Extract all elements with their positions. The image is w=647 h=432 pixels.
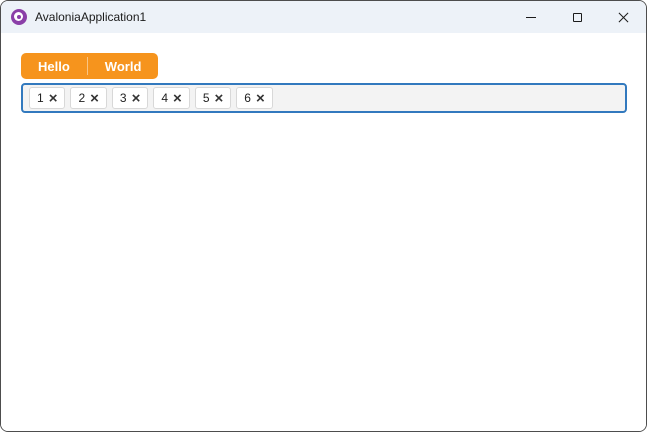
window-content: Hello World 1 × 2 × 3 × 4 × 5 × 6 × — [1, 33, 646, 431]
tag-chip[interactable]: 2 × — [70, 87, 107, 109]
tag-chip[interactable]: 5 × — [194, 87, 232, 109]
maximize-icon — [572, 12, 582, 22]
maximize-button[interactable] — [554, 1, 600, 33]
tag-remove-icon[interactable]: × — [132, 91, 141, 106]
tag-remove-icon[interactable]: × — [90, 91, 99, 106]
hello-world-split-button: Hello World — [21, 53, 159, 79]
tag-chip-label: 1 — [37, 91, 44, 105]
tag-chip-label: 4 — [161, 91, 169, 105]
tag-remove-icon[interactable]: × — [256, 91, 265, 106]
hello-button[interactable]: Hello — [21, 53, 87, 79]
tag-remove-icon[interactable]: × — [215, 91, 224, 106]
minimize-icon — [526, 16, 536, 18]
tag-chip-label: 3 — [119, 91, 127, 105]
avalonia-logo-icon — [11, 9, 27, 25]
title-bar[interactable]: AvaloniaApplication1 — [1, 1, 646, 33]
close-button[interactable] — [600, 1, 646, 33]
minimize-button[interactable] — [508, 1, 554, 33]
tag-chip[interactable]: 1 × — [29, 87, 66, 109]
tag-chip-label: 2 — [78, 91, 86, 105]
app-window: AvaloniaApplication1 Hello World 1 × 2 × — [0, 0, 647, 432]
tag-chip[interactable]: 6 × — [236, 87, 273, 109]
tags-input[interactable]: 1 × 2 × 3 × 4 × 5 × 6 × — [21, 83, 627, 113]
window-title: AvaloniaApplication1 — [35, 10, 147, 24]
tag-remove-icon[interactable]: × — [173, 91, 182, 106]
tag-chip[interactable]: 3 × — [111, 87, 149, 109]
tag-chip-label: 6 — [244, 91, 251, 105]
tag-remove-icon[interactable]: × — [49, 91, 58, 106]
tag-chip[interactable]: 4 × — [153, 87, 190, 109]
close-icon — [618, 12, 629, 23]
tag-chip-label: 5 — [202, 91, 210, 105]
world-button[interactable]: World — [88, 53, 159, 79]
